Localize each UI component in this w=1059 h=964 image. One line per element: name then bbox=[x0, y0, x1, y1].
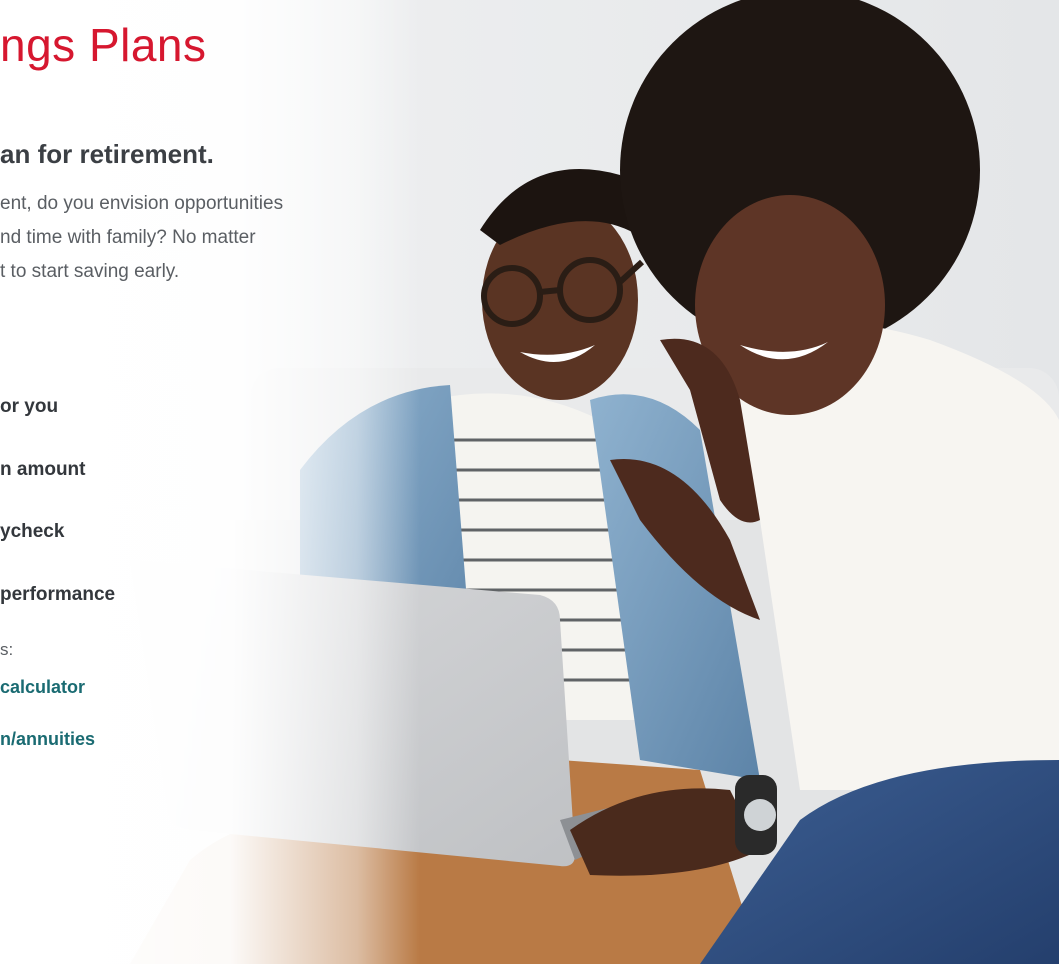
intro-paragraph: ent, do you envision opportunities nd ti… bbox=[0, 187, 400, 289]
intro-line: ent, do you envision opportunities bbox=[0, 193, 284, 214]
subtitle: an for retirement. bbox=[0, 139, 214, 169]
intro-line: t to start saving early. bbox=[0, 261, 180, 282]
calculator-link[interactable]: calculator bbox=[0, 677, 85, 698]
feature-item: n amount bbox=[0, 459, 86, 480]
feature-item: ycheck bbox=[0, 521, 65, 542]
feature-item: performance bbox=[0, 584, 116, 605]
annuities-link[interactable]: n/annuities bbox=[0, 729, 95, 750]
intro-line: nd time with family? No matter bbox=[0, 227, 256, 248]
feature-item: or you bbox=[0, 396, 59, 417]
resources-label: s: bbox=[0, 640, 14, 659]
page-title: ngs Plans bbox=[0, 19, 207, 71]
